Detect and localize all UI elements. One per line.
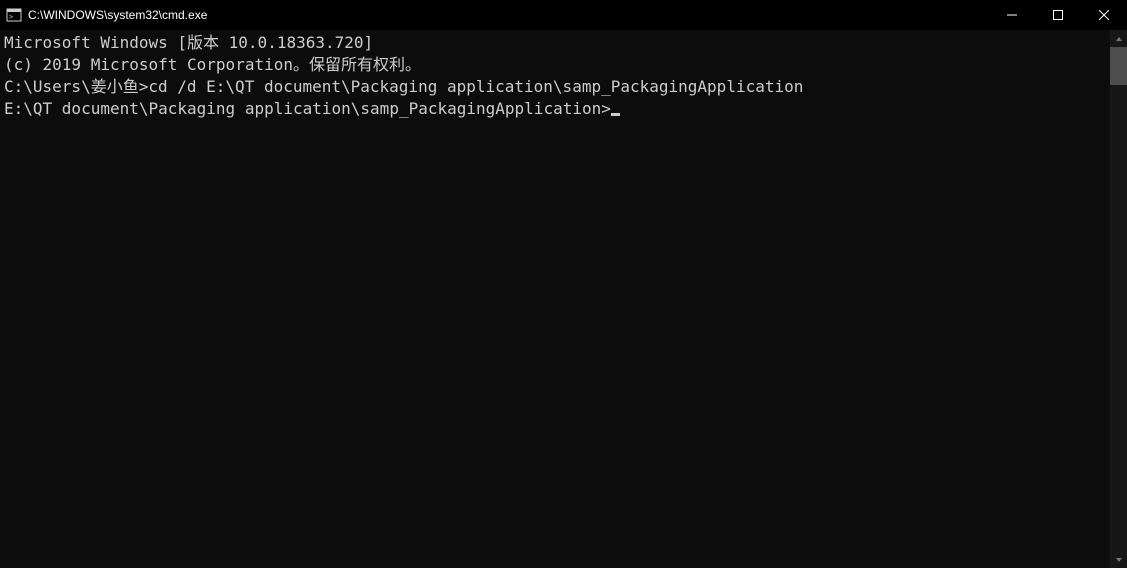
svg-text:>_: >_	[9, 13, 18, 21]
command-line: C:\Users\姜小鱼>cd /d E:\QT document\Packag…	[4, 76, 1106, 98]
prompt: E:\QT document\Packaging application\sam…	[4, 99, 611, 118]
terminal-wrapper: Microsoft Windows [版本 10.0.18363.720](c)…	[0, 30, 1127, 568]
vertical-scrollbar[interactable]	[1110, 30, 1127, 568]
output-line: (c) 2019 Microsoft Corporation。保留所有权利。	[4, 54, 1106, 76]
minimize-button[interactable]	[989, 0, 1035, 30]
titlebar-left: >_ C:\WINDOWS\system32\cmd.exe	[0, 7, 207, 23]
terminal-output[interactable]: Microsoft Windows [版本 10.0.18363.720](c)…	[0, 30, 1110, 568]
output-line: Microsoft Windows [版本 10.0.18363.720]	[4, 32, 1106, 54]
window-controls	[989, 0, 1127, 30]
close-button[interactable]	[1081, 0, 1127, 30]
scroll-up-button[interactable]	[1110, 30, 1127, 47]
window-titlebar[interactable]: >_ C:\WINDOWS\system32\cmd.exe	[0, 0, 1127, 30]
prompt: C:\Users\姜小鱼>	[4, 77, 148, 96]
window-title: C:\WINDOWS\system32\cmd.exe	[28, 8, 207, 22]
scroll-thumb[interactable]	[1110, 47, 1127, 85]
cmd-icon: >_	[6, 7, 22, 23]
current-prompt-line: E:\QT document\Packaging application\sam…	[4, 98, 1106, 120]
command-text: cd /d E:\QT document\Packaging applicati…	[148, 77, 803, 96]
maximize-button[interactable]	[1035, 0, 1081, 30]
scroll-down-button[interactable]	[1110, 551, 1127, 568]
cursor	[611, 113, 620, 116]
